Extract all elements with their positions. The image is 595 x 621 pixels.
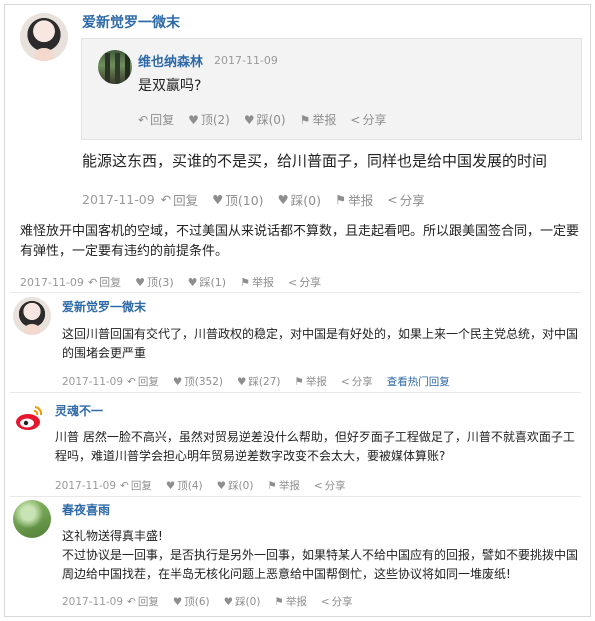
- share-icon: <: [313, 479, 323, 492]
- share-button[interactable]: < 分享: [341, 374, 373, 389]
- comment-username[interactable]: 爱新觉罗一微末: [82, 12, 180, 32]
- plain-comment-actions: 2017-11-09 ↶ 回复 ♥ 顶(3) ♥ 踩(1) ⚑ 举报 < 分享: [20, 274, 335, 290]
- like-button[interactable]: ♥ 顶(352): [173, 374, 223, 389]
- heart-broken-icon: ♥: [187, 275, 198, 289]
- avatar-girl-icon[interactable]: [13, 297, 51, 335]
- report-button[interactable]: ⚑ 举报: [267, 478, 299, 493]
- weibo-logo: [16, 406, 43, 430]
- comment-date: 2017-11-09: [62, 375, 124, 388]
- comment-date: 2017-11-09: [20, 275, 84, 289]
- share-button[interactable]: < 分享: [314, 478, 346, 493]
- like-button[interactable]: ♥ 顶(6): [173, 594, 210, 609]
- quote-username[interactable]: 维也纳森林: [138, 51, 203, 70]
- quote-text: 是双赢吗?: [138, 78, 202, 94]
- reply-icon: ↶: [138, 112, 149, 127]
- reply-icon: ↶: [120, 479, 129, 492]
- dislike-button[interactable]: ♥ 踩(27): [237, 374, 280, 389]
- report-button[interactable]: ⚑ 举报: [294, 374, 326, 389]
- avatar-girl-icon[interactable]: [20, 13, 68, 61]
- like-button[interactable]: ♥ 顶(4): [166, 478, 203, 493]
- reply-button[interactable]: ↶ 回复: [161, 190, 199, 209]
- share-button[interactable]: < 分享: [350, 111, 386, 128]
- comment-text: 能源这东西，买谁的不是买，给川普面子，同样也是给中国发展的时间: [82, 152, 548, 170]
- comment-actions: 2017-11-09 ↶ 回复 ♥ 顶(10) ♥ 踩(0) ⚑ 举报 < 分享: [82, 190, 439, 209]
- heart-icon: ♥: [165, 479, 176, 492]
- reply-button[interactable]: ↶ 回复: [120, 478, 152, 493]
- comment-text-line1: 这礼物送得真丰盛!: [62, 529, 163, 543]
- dislike-button[interactable]: ♥ 踩(1): [188, 274, 226, 290]
- plain-comment-text: 难怪放开中国客机的空域，不过美国从来说话都不算数，且走起看吧。所以跟美国签合同，…: [20, 224, 580, 259]
- divider: [10, 496, 581, 497]
- heart-broken-icon: ♥: [216, 479, 227, 492]
- comment-actions: 2017-11-09 ↶ 回复 ♥ 顶(6) ♥ 踩(0) ⚑ 举报 < 分享: [62, 594, 367, 609]
- heart-broken-icon: ♥: [277, 192, 289, 207]
- report-button[interactable]: ⚑ 举报: [274, 594, 306, 609]
- avatar-grass-icon[interactable]: [13, 500, 51, 538]
- heart-icon: ♥: [172, 375, 183, 388]
- comment-text: 这回川普回国有交代了，川普政权的稳定，对中国是有好处的，如果上来一个民主党总统，…: [62, 327, 579, 360]
- heart-broken-icon: ♥: [243, 112, 255, 127]
- reply-button[interactable]: ↶ 回复: [127, 594, 159, 609]
- comment-username[interactable]: 爱新觉罗一微末: [62, 298, 146, 315]
- comment-actions: 2017-11-09 ↶ 回复 ♥ 顶(4) ♥ 踩(0) ⚑ 举报 < 分享: [55, 478, 360, 493]
- reply-icon: ↶: [160, 192, 172, 207]
- heart-icon: ♥: [172, 595, 183, 608]
- comment-date: 2017-11-09: [82, 192, 155, 207]
- heart-broken-icon: ♥: [237, 375, 247, 388]
- dislike-button[interactable]: ♥ 踩(0): [217, 478, 254, 493]
- like-button[interactable]: ♥ 顶(2): [188, 111, 230, 128]
- comment-username[interactable]: 春夜喜雨: [62, 501, 110, 518]
- heart-broken-icon: ♥: [223, 595, 234, 608]
- like-button[interactable]: ♥ 顶(3): [135, 274, 173, 290]
- quote-actions: ↶ 回复 ♥ 顶(2) ♥ 踩(0) ⚑ 举报 < 分享: [138, 111, 400, 128]
- report-button[interactable]: ⚑ 举报: [300, 111, 337, 128]
- flag-icon: ⚑: [240, 275, 250, 289]
- like-button[interactable]: ♥ 顶(10): [212, 190, 263, 209]
- comment-date: 2017-11-09: [55, 479, 117, 492]
- reply-icon: ↶: [87, 275, 98, 289]
- avatar-forest-icon[interactable]: [98, 50, 132, 84]
- comment-text: 川普 居然一脸不高兴，虽然对贸易逆差没什么帮助，但好歹面子工程做足了，川普不就喜…: [55, 430, 575, 463]
- share-icon: <: [350, 112, 361, 127]
- comment-date: 2017-11-09: [62, 595, 124, 608]
- weibo-icon[interactable]: [11, 400, 47, 436]
- reply-icon: ↶: [127, 375, 136, 388]
- flag-icon: ⚑: [274, 595, 284, 608]
- report-button[interactable]: ⚑ 举报: [240, 274, 274, 290]
- flag-icon: ⚑: [294, 375, 304, 388]
- share-icon: <: [340, 375, 350, 388]
- view-hot-replies-link[interactable]: 查看热门回复: [387, 374, 450, 389]
- share-button[interactable]: < 分享: [288, 274, 321, 290]
- reply-button[interactable]: ↶ 回复: [127, 374, 159, 389]
- flag-icon: ⚑: [334, 192, 347, 207]
- dislike-button[interactable]: ♥ 踩(0): [224, 594, 261, 609]
- reply-icon: ↶: [127, 595, 136, 608]
- heart-icon: ♥: [135, 275, 146, 289]
- dislike-button[interactable]: ♥ 踩(0): [244, 111, 286, 128]
- comment-text-line2: 不过协议是一回事，是否执行是另外一回事，如果特某人不给中国应有的回报，譬如不要挑…: [62, 548, 579, 581]
- heart-icon: ♥: [188, 112, 199, 127]
- reply-button[interactable]: ↶ 回复: [88, 274, 121, 290]
- divider: [10, 292, 581, 293]
- quote-date: 2017-11-09: [214, 54, 278, 67]
- share-icon: <: [387, 192, 398, 207]
- flag-icon: ⚑: [299, 112, 311, 127]
- flag-icon: ⚑: [267, 479, 277, 492]
- share-button[interactable]: < 分享: [321, 594, 353, 609]
- share-icon: <: [320, 595, 330, 608]
- heart-icon: ♥: [212, 192, 224, 207]
- comment-actions: 2017-11-09 ↶ 回复 ♥ 顶(352) ♥ 踩(27) ⚑ 举报 < 分享 查看…: [62, 374, 464, 389]
- reply-button[interactable]: ↶ 回复: [138, 111, 174, 128]
- share-icon: <: [287, 275, 298, 289]
- report-button[interactable]: ⚑ 举报: [335, 190, 373, 209]
- share-button[interactable]: < 分享: [387, 190, 425, 209]
- divider: [10, 392, 581, 393]
- dislike-button[interactable]: ♥ 踩(0): [278, 190, 321, 209]
- comment-username[interactable]: 灵魂不一: [55, 402, 103, 419]
